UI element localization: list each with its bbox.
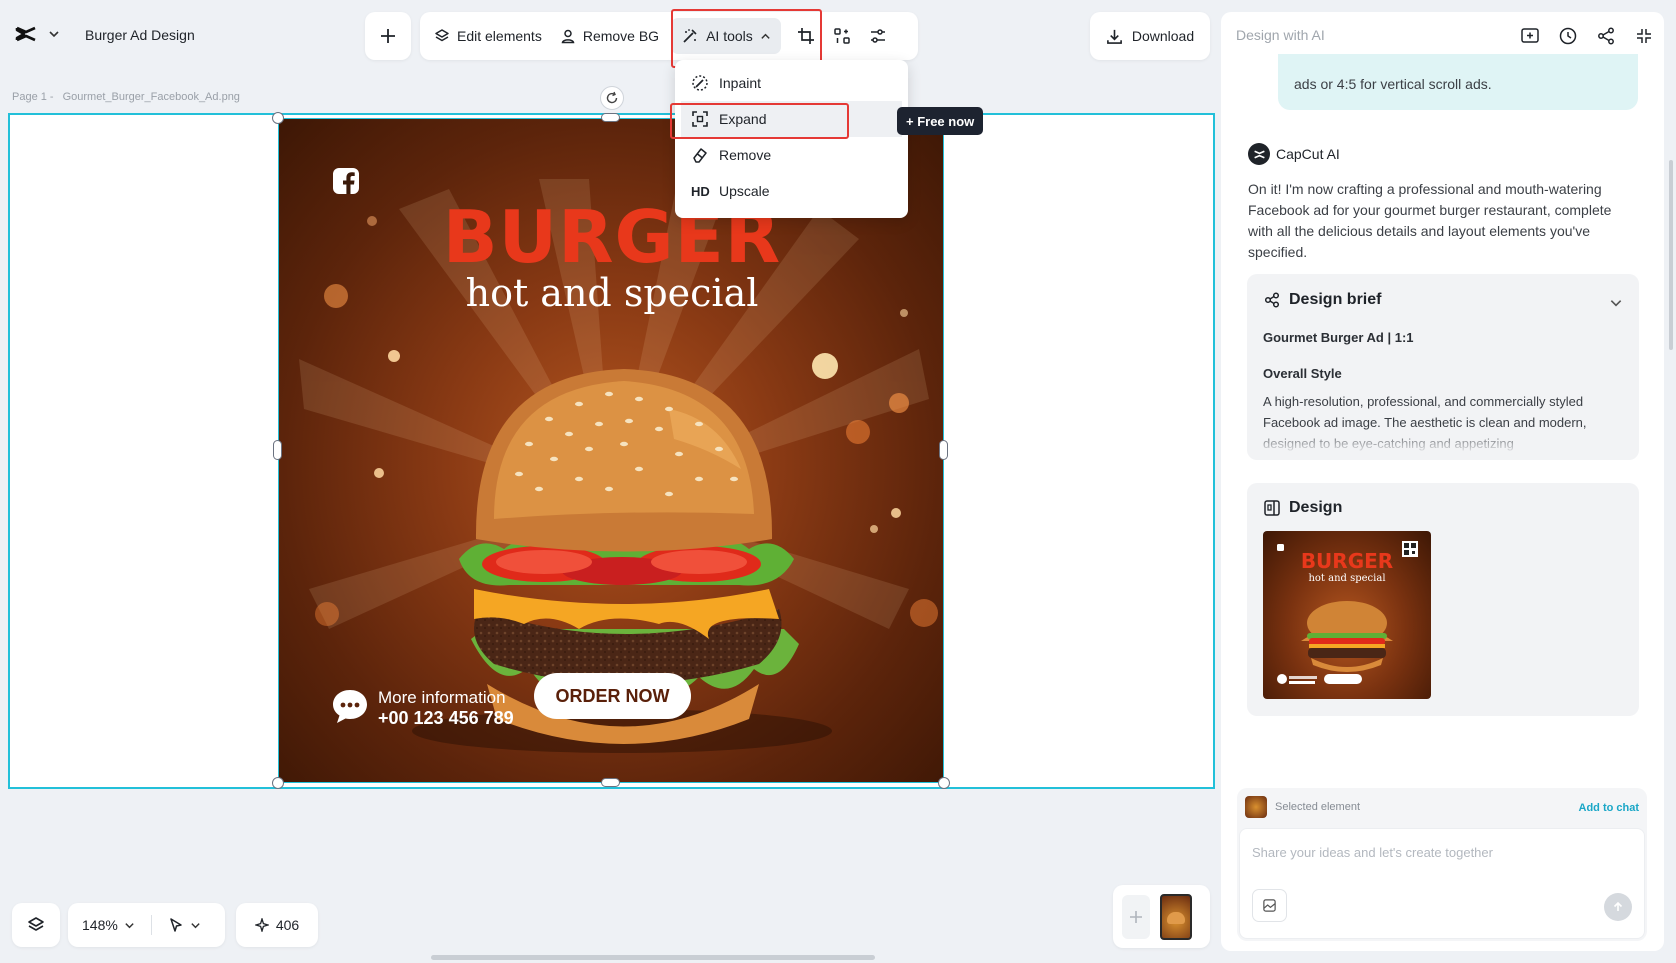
assistant-message: On it! I'm now crafting a professional a… <box>1248 181 1612 260</box>
hd-icon: HD <box>691 183 710 199</box>
chat-bubble-icon <box>331 687 369 725</box>
design-card: Design BURGER hot and special <box>1247 483 1639 716</box>
chevron-down-icon <box>124 920 135 931</box>
new-chat-icon[interactable] <box>1520 26 1540 46</box>
chat-input-placeholder: Share your ideas and let's create togeth… <box>1252 845 1493 860</box>
credits-button[interactable]: 406 <box>236 903 318 947</box>
panel-scrollbar[interactable] <box>1669 160 1673 350</box>
download-button[interactable]: Download <box>1090 12 1210 60</box>
ad-subheadline: hot and special <box>465 271 759 315</box>
inpaint-icon <box>691 74 709 92</box>
menu-item-inpaint[interactable]: Inpaint <box>675 65 908 101</box>
app-menu[interactable] <box>14 22 60 46</box>
ai-side-panel: Design with AI ads or 4:5 for vertical s… <box>1221 12 1664 951</box>
rotate-handle[interactable] <box>600 86 624 110</box>
panel-header-actions <box>1520 26 1654 46</box>
page-label: Page 1 - Gourmet_Burger_Facebook_Ad.png <box>12 91 240 103</box>
edit-elements-button[interactable]: Edit elements <box>426 18 550 54</box>
thumbnail-art: BURGER hot and special <box>1277 541 1418 684</box>
brief-header: Design brief <box>1263 291 1381 309</box>
svg-text:hot and special: hot and special <box>1308 573 1385 584</box>
resize-handle-bottom[interactable] <box>601 778 620 787</box>
ai-tools-menu: Inpaint Expand Remove HD Upscale <box>675 60 908 218</box>
selected-element-row: Selected element <box>1245 796 1360 818</box>
expand-highlight <box>670 103 849 139</box>
main-toolbar: Edit elements Remove BG AI tools <box>420 12 918 60</box>
remove-bg-button[interactable]: Remove BG <box>552 18 667 54</box>
add-to-chat-link[interactable]: Add to chat <box>1579 802 1640 814</box>
design-header: Design <box>1263 499 1342 517</box>
page-thumbnails <box>1113 885 1210 948</box>
resize-handle-left[interactable] <box>273 440 282 460</box>
resize-handle-bl[interactable] <box>272 777 284 789</box>
chevron-down-icon[interactable] <box>1609 296 1623 310</box>
design-brief-card[interactable]: Design brief Gourmet Burger Ad | 1:1 Ove… <box>1247 274 1639 460</box>
chevron-down-icon <box>190 920 201 931</box>
resize-handle-right[interactable] <box>939 440 948 460</box>
person-icon <box>560 28 576 44</box>
file-name: Gourmet_Burger_Facebook_Ad.png <box>62 91 240 103</box>
svg-text:BURGER: BURGER <box>1301 549 1393 573</box>
attach-image-button[interactable] <box>1252 889 1287 922</box>
page-thumbnail[interactable] <box>1160 893 1192 940</box>
chat-input[interactable]: Share your ideas and let's create togeth… <box>1239 828 1645 939</box>
user-message: ads or 4:5 for vertical scroll ads. <box>1278 54 1638 110</box>
project-title[interactable]: Burger Ad Design <box>85 27 195 43</box>
chat-composer: Selected element Add to chat Share your … <box>1237 788 1647 941</box>
plus-icon <box>1129 910 1143 924</box>
design-icon <box>1263 499 1281 517</box>
plus-icon <box>380 28 396 44</box>
transform-button[interactable] <box>825 19 859 53</box>
add-page-button[interactable] <box>1122 894 1150 939</box>
layers-button[interactable] <box>12 903 60 947</box>
add-button[interactable] <box>365 12 411 60</box>
send-button[interactable] <box>1604 893 1632 921</box>
arrow-up-icon <box>1612 901 1624 913</box>
selected-element-thumb <box>1245 796 1267 818</box>
adjust-button[interactable] <box>861 19 895 53</box>
zoom-toolbar: 148% <box>68 903 225 947</box>
panel-title: Design with AI <box>1236 27 1325 43</box>
resize-handle-top[interactable] <box>601 113 620 122</box>
download-icon <box>1106 28 1123 45</box>
sparkle-icon <box>254 918 269 932</box>
sliders-icon <box>869 27 887 45</box>
divider <box>150 915 152 935</box>
capcut-logo-icon <box>14 22 38 46</box>
brief-text: A high-resolution, professional, and com… <box>1263 394 1587 451</box>
free-now-badge[interactable]: + Free now <box>897 107 984 135</box>
thumb-burger <box>1167 911 1185 924</box>
menu-item-upscale[interactable]: HD Upscale <box>675 173 908 209</box>
brief-section-title: Overall Style <box>1263 366 1342 381</box>
layers-icon <box>434 28 450 44</box>
rotate-icon <box>605 91 619 105</box>
shapes-icon <box>833 27 851 45</box>
chevron-down-icon <box>48 28 60 40</box>
brief-icon <box>1263 291 1281 309</box>
collapse-icon[interactable] <box>1634 26 1654 46</box>
capcut-ai-avatar-icon <box>1248 143 1270 165</box>
layers-icon <box>27 916 45 934</box>
order-now-cta: ORDER NOW <box>534 673 691 719</box>
pointer-tool-icon[interactable] <box>168 917 184 933</box>
more-info-label: More information <box>378 688 506 707</box>
image-upload-icon <box>1262 898 1277 913</box>
resize-handle-br[interactable] <box>938 777 950 789</box>
facebook-icon <box>333 168 359 194</box>
share-icon[interactable] <box>1596 26 1616 46</box>
assistant-header: CapCut AI <box>1248 143 1340 165</box>
eraser-icon <box>691 146 709 164</box>
brief-subtitle: Gourmet Burger Ad | 1:1 <box>1263 330 1414 345</box>
zoom-level[interactable]: 148% <box>82 917 118 933</box>
menu-item-remove[interactable]: Remove <box>675 137 908 173</box>
horizontal-scrollbar[interactable] <box>431 955 875 960</box>
resize-handle-tl[interactable] <box>272 112 284 124</box>
design-thumbnail[interactable]: BURGER hot and special <box>1263 531 1431 699</box>
history-icon[interactable] <box>1558 26 1578 46</box>
phone-number: +00 123 456 789 <box>378 708 514 728</box>
